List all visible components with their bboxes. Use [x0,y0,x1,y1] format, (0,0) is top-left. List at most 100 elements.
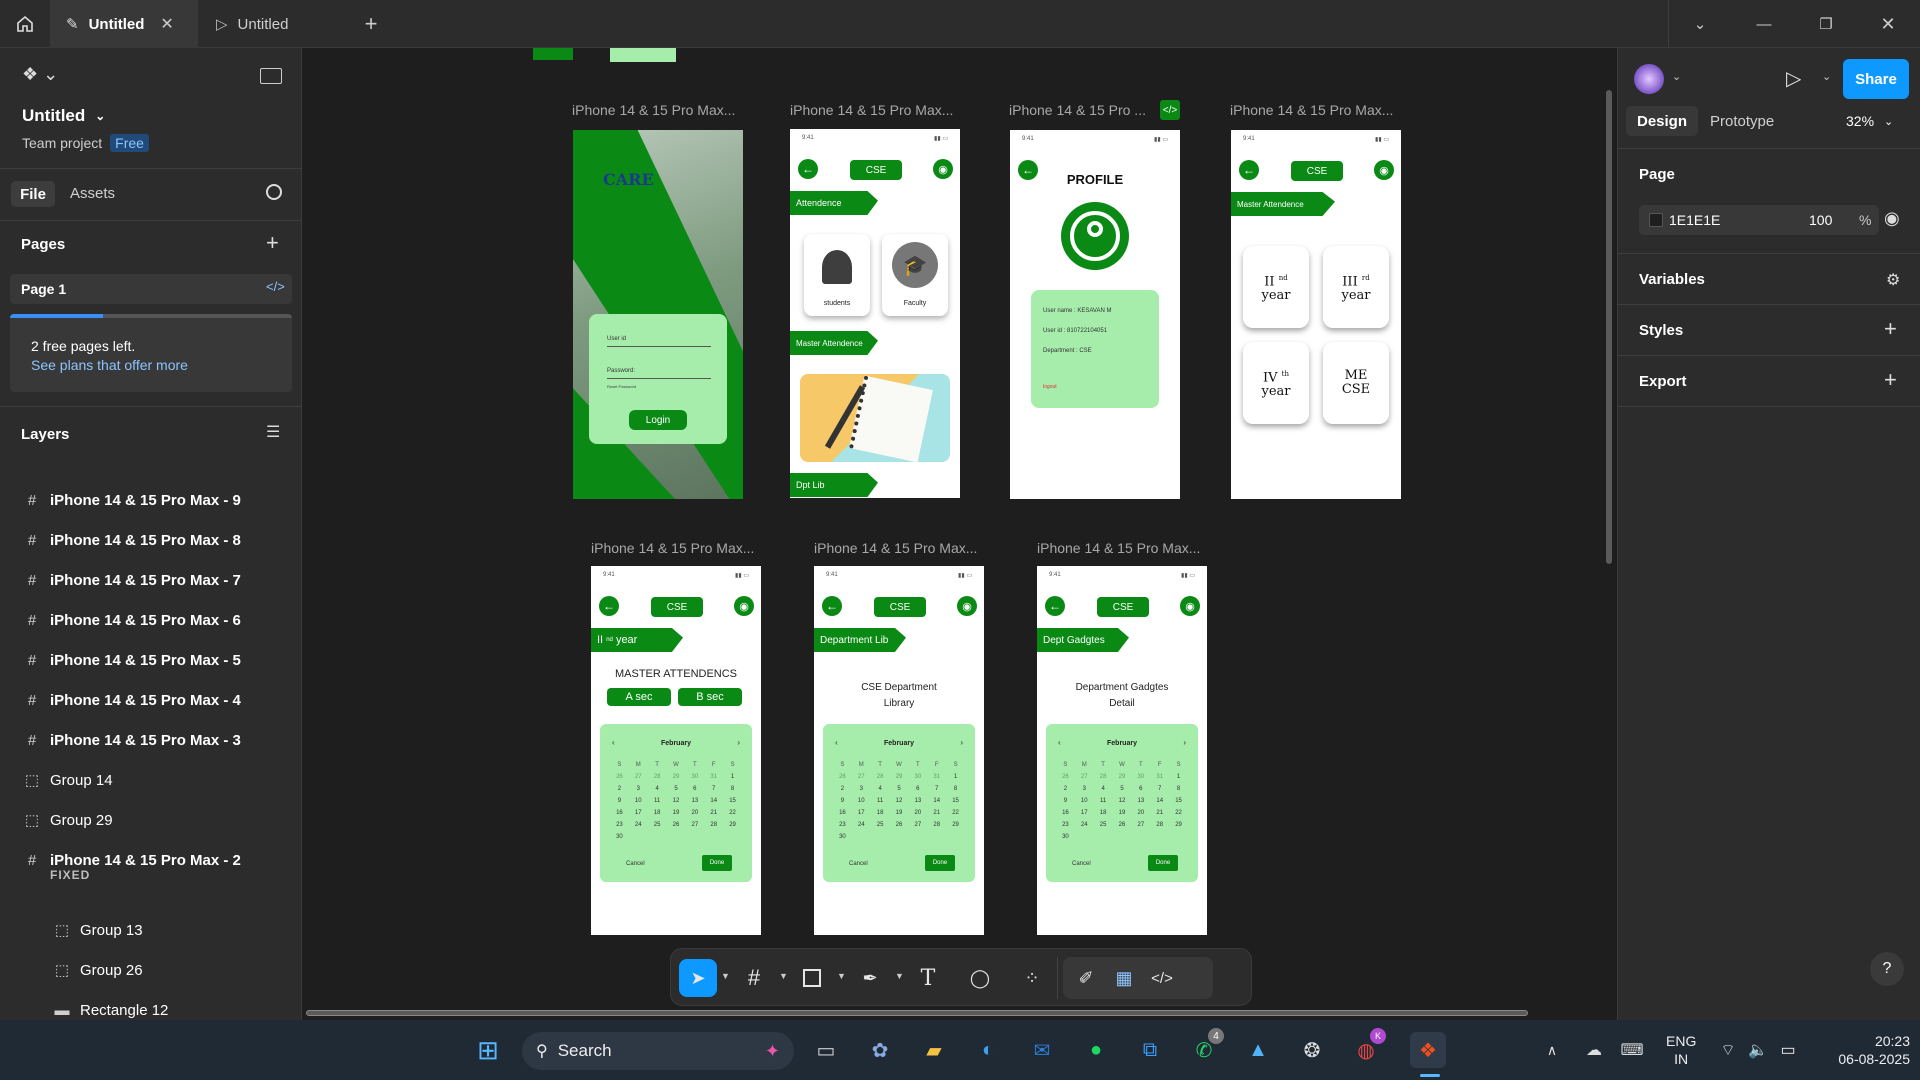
calendar-day[interactable]: 7 [704,786,723,792]
close-tab-icon[interactable]: ✕ [160,14,173,34]
calendar-day[interactable]: 23 [1056,822,1075,828]
layer-item[interactable]: # iPhone 14 & 15 Pro Max - 7 [0,560,302,600]
calendar-day[interactable]: 6 [908,786,927,792]
calendar-done-button[interactable]: Done [1148,855,1178,871]
calendar-day[interactable]: 18 [1094,810,1113,816]
layer-item[interactable]: # iPhone 14 & 15 Pro Max - 4 [0,680,302,720]
calendar-day[interactable]: 27 [1075,774,1094,780]
language-indicator[interactable]: ENG IN [1666,1032,1696,1068]
master-attendance-ribbon[interactable]: Master Attendence [1231,192,1335,216]
calendar-cancel[interactable]: Cancel [626,861,645,867]
draw-mode-icon[interactable]: ✐ [1067,959,1105,997]
frame-department-library[interactable]: 9:41 ▮▮ ▭ ← CSE ◉ Department Lib CSE Depa… [814,566,984,935]
calendar-day[interactable]: 20 [685,810,704,816]
tab-design[interactable]: Design [1626,106,1698,136]
calendar-day[interactable]: 28 [871,774,890,780]
calendar-day[interactable]: 22 [946,810,965,816]
tab-assets[interactable]: Assets [70,185,115,202]
frame-login[interactable]: CARE User id Password: Reset Password Lo… [573,130,743,499]
calendar-day[interactable]: 5 [1113,786,1132,792]
calendar[interactable]: ‹ › February S M T W T F S 26 27 28 29 30 31 1 2 3 4 5 6 7 8 9 10… [600,724,752,882]
calendar-day[interactable]: 1 [723,774,742,780]
calendar-day[interactable]: 30 [1131,774,1150,780]
vertical-scrollbar[interactable] [1606,90,1612,564]
tab-untitled-prototype[interactable]: ▷ Untitled [198,0,348,48]
calendar-day[interactable]: 9 [610,798,629,804]
frame-label[interactable]: iPhone 14 & 15 Pro Max... [572,102,735,118]
color-swatch[interactable] [1649,213,1663,227]
calendar-day[interactable]: 27 [1131,822,1150,828]
calendar-day[interactable]: 12 [890,798,909,804]
calendar-day[interactable]: 4 [1094,786,1113,792]
calendar-day[interactable]: 30 [833,834,852,840]
layer-item[interactable]: ⬚ Group 26 [0,950,302,990]
calendar-day[interactable]: 6 [685,786,704,792]
calendar-day[interactable]: 9 [1056,798,1075,804]
frame-home[interactable]: 9:41 ▮▮ ▭ ← CSE ◉ Attendence students 🎓 F… [790,129,960,498]
color-hex[interactable]: 1E1E1E [1669,212,1720,228]
frame-label[interactable]: iPhone 14 & 15 Pro Max... [790,102,953,118]
see-plans-link[interactable]: See plans that offer more [31,357,188,373]
calendar-day[interactable]: 7 [1150,786,1169,792]
back-arrow-icon[interactable]: ← [599,596,619,616]
calendar-day[interactable]: 14 [1150,798,1169,804]
cse-button[interactable]: CSE [1291,161,1343,181]
whatsapp-icon[interactable]: ✆ 4 [1186,1028,1224,1068]
task-view-icon[interactable]: ▭ [808,1032,844,1068]
tab-untitled-design[interactable]: ✎ Untitled ✕ [50,0,198,48]
calendar-day[interactable]: 27 [685,822,704,828]
cse-button[interactable]: CSE [651,597,703,617]
calendar-day[interactable]: 15 [723,798,742,804]
chevron-down-icon[interactable]: ⌄ [1822,70,1831,83]
calendar-day[interactable]: 31 [1150,774,1169,780]
calendar-day[interactable]: 29 [723,822,742,828]
calendar-day[interactable]: 19 [1113,810,1132,816]
pen-tool-icon[interactable]: ✒ [851,959,889,997]
calendar-day[interactable]: 8 [723,786,742,792]
variables-settings-icon[interactable]: ⚙ [1886,270,1900,290]
dev-ready-code-icon[interactable]: </> [1160,100,1180,120]
calendar-day[interactable]: 25 [1094,822,1113,828]
profile-icon[interactable]: ◉ [933,159,953,179]
layer-item[interactable]: # iPhone 14 & 15 Pro Max - 6 [0,600,302,640]
layers-list-icon[interactable]: ☰ [266,422,280,442]
calendar-day[interactable]: 17 [629,810,648,816]
calendar-day[interactable]: 16 [610,810,629,816]
attendance-ribbon[interactable]: Attendence [790,191,878,215]
calendar-day[interactable]: 29 [1169,822,1188,828]
profile-icon[interactable]: ◉ [1180,596,1200,616]
calendar-day[interactable]: 28 [1150,822,1169,828]
year-2-card[interactable]: II nd year [1243,246,1309,328]
calendar-day[interactable]: 27 [908,822,927,828]
zoom-control[interactable]: 32% ⌄ [1846,113,1893,129]
frame-label[interactable]: iPhone 14 & 15 Pro Max... [814,540,977,556]
layer-item[interactable]: # iPhone 14 & 15 Pro Max - 3 [0,720,302,760]
layer-item[interactable]: # iPhone 14 & 15 Pro Max - 2 [0,840,302,880]
calendar-day[interactable]: 20 [908,810,927,816]
present-play-icon[interactable]: ▷ [1786,66,1801,91]
minimize-icon[interactable]: — [1744,0,1784,48]
figma-menu-icon[interactable]: ❖ ⌄ [22,64,58,85]
new-tab-plus-icon[interactable]: + [356,0,386,48]
page-item-page-1[interactable]: Page 1 </> [10,274,292,304]
calendar-day[interactable]: 4 [871,786,890,792]
design-mode-icon[interactable]: ▦ [1105,959,1143,997]
b-sec-button[interactable]: B sec [678,688,742,706]
calendar-day[interactable]: 10 [629,798,648,804]
calendar-day[interactable]: 29 [946,822,965,828]
calendar-day[interactable]: 8 [946,786,965,792]
calendar-day[interactable]: 26 [667,822,686,828]
partial-shape[interactable] [610,48,676,62]
design-canvas[interactable]: iPhone 14 & 15 Pro Max... iPhone 14 & 15… [302,48,1617,1020]
battery-icon[interactable]: ▭ [1770,1032,1806,1068]
figma-taskbar-icon[interactable]: ❖ [1410,1032,1446,1068]
calendar[interactable]: ‹ › February S M T W T F S 26 27 28 29 30 31 1 2 3 4 5 6 7 8 9 10… [1046,724,1198,882]
taskbar-search[interactable]: ⚲ Search ✦ [522,1032,794,1070]
rectangle-tool-icon[interactable] [793,959,831,997]
photos-icon[interactable]: ▲ [1240,1032,1276,1068]
chatgpt-icon[interactable]: ❂ [1294,1032,1330,1068]
dev-mode-code-icon[interactable]: </> [1143,959,1181,997]
calendar-day[interactable]: 1 [946,774,965,780]
chevron-down-icon[interactable]: ▼ [779,971,788,981]
add-page-plus-icon[interactable]: + [266,230,279,256]
